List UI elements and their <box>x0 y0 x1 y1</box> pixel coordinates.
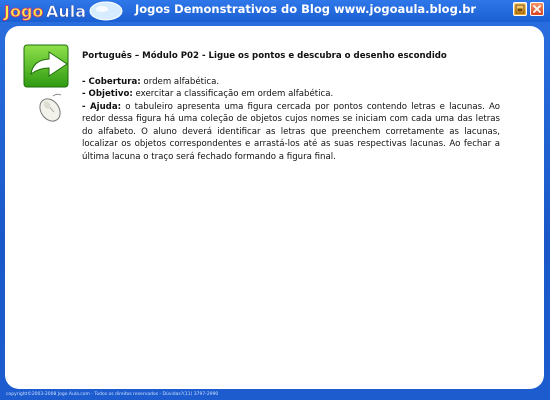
objetivo-line: - Objetivo: exercitar a classificação em… <box>82 88 500 101</box>
objetivo-label: - Objetivo: <box>82 89 133 99</box>
cobertura-label: - Cobertura: <box>82 76 141 87</box>
ajuda-line: - Ajuda: o tabuleiro apresenta uma figur… <box>82 101 500 164</box>
minimize-button[interactable] <box>513 2 527 16</box>
module-heading: Português – Módulo P02 - Ligue os pontos… <box>82 51 447 61</box>
svg-text:Jogo: Jogo <box>3 2 43 21</box>
objetivo-text: exercitar a classificação em ordem alfab… <box>132 89 334 99</box>
ajuda-label: - Ajuda: <box>82 101 122 112</box>
svg-text:Aula: Aula <box>46 2 86 21</box>
green-arrow-icon[interactable] <box>23 44 75 88</box>
window-title: Jogos Demonstrativos do Blog www.jogoaul… <box>135 2 477 16</box>
ajuda-text: o tabuleiro apresenta uma figura cercada… <box>82 101 500 162</box>
cobertura-text: ordem alfabética. <box>140 76 220 87</box>
copyright-text: copyright©2003-2008 Jogo Aula.com - Todo… <box>6 392 219 397</box>
title-bar: Jogo Aula Jogos Demonstrativos do Blog w… <box>0 0 550 22</box>
close-icon <box>533 5 541 13</box>
app-window: Jogo Aula Jogos Demonstrativos do Blog w… <box>0 0 550 400</box>
jogoaula-logo: Jogo Aula <box>3 1 123 21</box>
instructions: Português – Módulo P02 - Ligue os pontos… <box>82 50 500 163</box>
minimize-icon <box>515 4 525 14</box>
close-button[interactable] <box>530 2 544 16</box>
cobertura-line: - Cobertura: ordem alfabética. <box>82 76 500 89</box>
mouse-icon <box>39 93 62 122</box>
